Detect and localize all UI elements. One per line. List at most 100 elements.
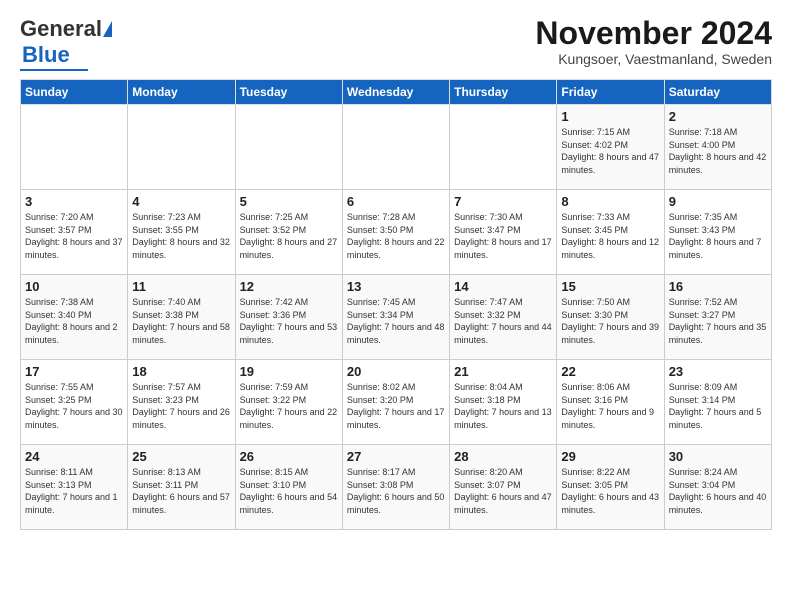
day-number: 27 [347, 449, 445, 464]
day-info: Sunrise: 8:04 AM Sunset: 3:18 PM Dayligh… [454, 381, 552, 431]
col-monday: Monday [128, 80, 235, 105]
calendar-cell: 1 Sunrise: 7:15 AM Sunset: 4:02 PM Daylig… [557, 105, 664, 190]
calendar-cell: 3 Sunrise: 7:20 AM Sunset: 3:57 PM Daylig… [21, 190, 128, 275]
calendar-cell [128, 105, 235, 190]
logo-blue: Blue [22, 42, 70, 68]
day-info: Sunrise: 7:59 AM Sunset: 3:22 PM Dayligh… [240, 381, 338, 431]
day-number: 29 [561, 449, 659, 464]
day-info: Sunrise: 7:20 AM Sunset: 3:57 PM Dayligh… [25, 211, 123, 261]
calendar-cell: 9 Sunrise: 7:35 AM Sunset: 3:43 PM Daylig… [664, 190, 771, 275]
day-number: 2 [669, 109, 767, 124]
col-saturday: Saturday [664, 80, 771, 105]
day-number: 11 [132, 279, 230, 294]
calendar-cell: 21Sunrise: 8:04 AM Sunset: 3:18 PM Dayli… [450, 360, 557, 445]
calendar-cell: 11 Sunrise: 7:40 AM Sunset: 3:38 PM Dayli… [128, 275, 235, 360]
calendar-cell: 4 Sunrise: 7:23 AM Sunset: 3:55 PM Daylig… [128, 190, 235, 275]
day-info: Sunrise: 8:24 AM Sunset: 3:04 PM Dayligh… [669, 466, 767, 516]
day-info: Sunrise: 8:20 AM Sunset: 3:07 PM Dayligh… [454, 466, 552, 516]
day-number: 28 [454, 449, 552, 464]
day-number: 9 [669, 194, 767, 209]
logo: General Blue [20, 16, 113, 71]
calendar-cell: 14Sunrise: 7:47 AM Sunset: 3:32 PM Dayli… [450, 275, 557, 360]
page-subtitle: Kungsoer, Vaestmanland, Sweden [535, 51, 772, 67]
day-info: Sunrise: 8:13 AM Sunset: 3:11 PM Dayligh… [132, 466, 230, 516]
day-info: Sunrise: 7:50 AM Sunset: 3:30 PM Dayligh… [561, 296, 659, 346]
day-info: Sunrise: 7:38 AM Sunset: 3:40 PM Dayligh… [25, 296, 123, 346]
calendar-cell: 25Sunrise: 8:13 AM Sunset: 3:11 PM Dayli… [128, 445, 235, 530]
logo-underline [20, 69, 88, 71]
day-info: Sunrise: 7:42 AM Sunset: 3:36 PM Dayligh… [240, 296, 338, 346]
calendar-cell: 7 Sunrise: 7:30 AM Sunset: 3:47 PM Daylig… [450, 190, 557, 275]
day-number: 3 [25, 194, 123, 209]
title-block: November 2024 Kungsoer, Vaestmanland, Sw… [535, 16, 772, 67]
day-number: 8 [561, 194, 659, 209]
calendar-cell [342, 105, 449, 190]
day-info: Sunrise: 7:25 AM Sunset: 3:52 PM Dayligh… [240, 211, 338, 261]
day-info: Sunrise: 7:23 AM Sunset: 3:55 PM Dayligh… [132, 211, 230, 261]
day-info: Sunrise: 8:09 AM Sunset: 3:14 PM Dayligh… [669, 381, 767, 431]
day-number: 12 [240, 279, 338, 294]
logo-triangle-icon [103, 21, 112, 37]
day-number: 22 [561, 364, 659, 379]
calendar-cell: 5Sunrise: 7:25 AM Sunset: 3:52 PM Daylig… [235, 190, 342, 275]
day-info: Sunrise: 7:33 AM Sunset: 3:45 PM Dayligh… [561, 211, 659, 261]
day-number: 16 [669, 279, 767, 294]
col-wednesday: Wednesday [342, 80, 449, 105]
day-info: Sunrise: 7:30 AM Sunset: 3:47 PM Dayligh… [454, 211, 552, 261]
calendar-cell: 8 Sunrise: 7:33 AM Sunset: 3:45 PM Daylig… [557, 190, 664, 275]
page-title: November 2024 [535, 16, 772, 51]
day-number: 6 [347, 194, 445, 209]
calendar-cell: 6 Sunrise: 7:28 AM Sunset: 3:50 PM Daylig… [342, 190, 449, 275]
calendar-cell: 22 Sunrise: 8:06 AM Sunset: 3:16 PM Dayli… [557, 360, 664, 445]
day-info: Sunrise: 7:35 AM Sunset: 3:43 PM Dayligh… [669, 211, 767, 261]
calendar-cell: 27 Sunrise: 8:17 AM Sunset: 3:08 PM Dayli… [342, 445, 449, 530]
day-number: 4 [132, 194, 230, 209]
day-info: Sunrise: 8:17 AM Sunset: 3:08 PM Dayligh… [347, 466, 445, 516]
day-number: 14 [454, 279, 552, 294]
calendar-cell: 20Sunrise: 8:02 AM Sunset: 3:20 PM Dayli… [342, 360, 449, 445]
calendar-cell: 26Sunrise: 8:15 AM Sunset: 3:10 PM Dayli… [235, 445, 342, 530]
col-tuesday: Tuesday [235, 80, 342, 105]
day-info: Sunrise: 7:55 AM Sunset: 3:25 PM Dayligh… [25, 381, 123, 431]
calendar-week-row: 1 Sunrise: 7:15 AM Sunset: 4:02 PM Daylig… [21, 105, 772, 190]
calendar-cell: 17Sunrise: 7:55 AM Sunset: 3:25 PM Dayli… [21, 360, 128, 445]
col-thursday: Thursday [450, 80, 557, 105]
day-number: 20 [347, 364, 445, 379]
day-number: 23 [669, 364, 767, 379]
calendar-cell [21, 105, 128, 190]
day-number: 18 [132, 364, 230, 379]
calendar-cell: 18Sunrise: 7:57 AM Sunset: 3:23 PM Dayli… [128, 360, 235, 445]
day-info: Sunrise: 7:45 AM Sunset: 3:34 PM Dayligh… [347, 296, 445, 346]
day-info: Sunrise: 7:40 AM Sunset: 3:38 PM Dayligh… [132, 296, 230, 346]
calendar-cell: 10 Sunrise: 7:38 AM Sunset: 3:40 PM Dayli… [21, 275, 128, 360]
logo-general: General [20, 16, 102, 42]
day-number: 30 [669, 449, 767, 464]
calendar-cell: 29Sunrise: 8:22 AM Sunset: 3:05 PM Dayli… [557, 445, 664, 530]
calendar-cell: 13 Sunrise: 7:45 AM Sunset: 3:34 PM Dayli… [342, 275, 449, 360]
calendar-header-row: Sunday Monday Tuesday Wednesday Thursday… [21, 80, 772, 105]
day-info: Sunrise: 7:52 AM Sunset: 3:27 PM Dayligh… [669, 296, 767, 346]
calendar: Sunday Monday Tuesday Wednesday Thursday… [20, 79, 772, 530]
calendar-cell: 16 Sunrise: 7:52 AM Sunset: 3:27 PM Dayli… [664, 275, 771, 360]
calendar-cell: 12 Sunrise: 7:42 AM Sunset: 3:36 PM Dayli… [235, 275, 342, 360]
header: General Blue November 2024 Kungsoer, Vae… [20, 16, 772, 71]
day-info: Sunrise: 7:15 AM Sunset: 4:02 PM Dayligh… [561, 126, 659, 176]
calendar-cell: 23 Sunrise: 8:09 AM Sunset: 3:14 PM Dayli… [664, 360, 771, 445]
day-number: 24 [25, 449, 123, 464]
day-info: Sunrise: 7:18 AM Sunset: 4:00 PM Dayligh… [669, 126, 767, 176]
day-number: 19 [240, 364, 338, 379]
calendar-week-row: 17Sunrise: 7:55 AM Sunset: 3:25 PM Dayli… [21, 360, 772, 445]
day-number: 15 [561, 279, 659, 294]
day-info: Sunrise: 8:06 AM Sunset: 3:16 PM Dayligh… [561, 381, 659, 431]
calendar-week-row: 3 Sunrise: 7:20 AM Sunset: 3:57 PM Daylig… [21, 190, 772, 275]
day-number: 10 [25, 279, 123, 294]
page: General Blue November 2024 Kungsoer, Vae… [0, 0, 792, 540]
day-info: Sunrise: 8:15 AM Sunset: 3:10 PM Dayligh… [240, 466, 338, 516]
day-number: 13 [347, 279, 445, 294]
day-info: Sunrise: 7:28 AM Sunset: 3:50 PM Dayligh… [347, 211, 445, 261]
day-number: 7 [454, 194, 552, 209]
calendar-cell: 30 Sunrise: 8:24 AM Sunset: 3:04 PM Dayli… [664, 445, 771, 530]
calendar-cell: 19 Sunrise: 7:59 AM Sunset: 3:22 PM Dayli… [235, 360, 342, 445]
calendar-cell [450, 105, 557, 190]
day-number: 1 [561, 109, 659, 124]
